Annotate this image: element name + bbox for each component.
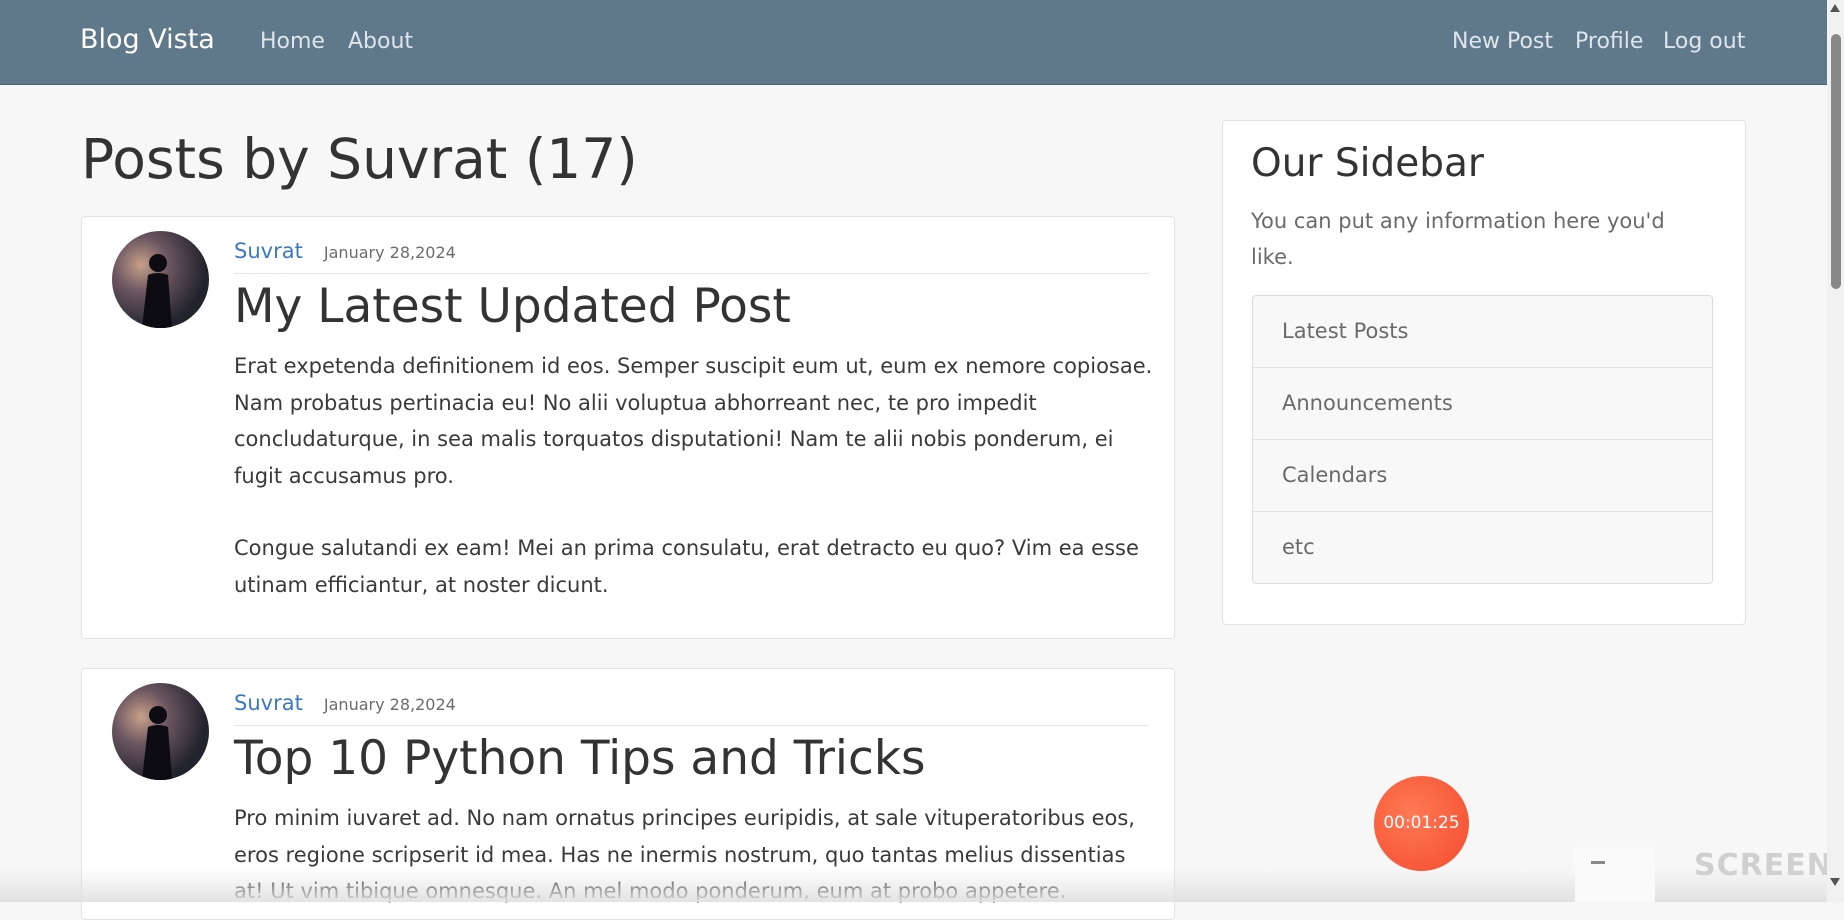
recorder-minimize-button[interactable] (1575, 847, 1655, 902)
post-paragraph: Congue salutandi ex eam! Mei an prima co… (234, 536, 1139, 597)
post-meta: Suvrat January 28,2024 (234, 691, 1149, 726)
sidebar-title: Our Sidebar (1251, 141, 1484, 186)
author-link[interactable]: Suvrat (234, 691, 303, 715)
nav-home-link[interactable]: Home (260, 29, 325, 54)
navbar: Blog Vista Home About New Post Profile L… (0, 0, 1827, 85)
post-date: January 28,2024 (323, 243, 456, 262)
post-content: Erat expetenda definitionem id eos. Semp… (234, 348, 1154, 603)
post-title-link[interactable]: Top 10 Python Tips and Tricks (234, 731, 926, 786)
post-card: Suvrat January 28,2024 My Latest Updated… (81, 216, 1175, 639)
nav-new-post-link[interactable]: New Post (1452, 29, 1553, 54)
sidebar-description: You can put any information here you'd l… (1251, 209, 1665, 269)
page-title: Posts by Suvrat (17) (81, 127, 638, 191)
post-date: January 28,2024 (323, 695, 456, 714)
nav-about-link[interactable]: About (348, 29, 413, 54)
scrollbar-thumb[interactable] (1831, 34, 1841, 289)
sidebar-item-label: Latest Posts (1282, 319, 1409, 343)
post-title-link[interactable]: My Latest Updated Post (234, 279, 791, 334)
recording-timer-button[interactable]: 00:01:25 (1374, 776, 1469, 871)
person-silhouette-icon (142, 706, 172, 780)
sidebar-item-label: Announcements (1282, 391, 1453, 415)
author-avatar[interactable] (112, 231, 209, 328)
person-silhouette-icon (142, 254, 172, 328)
nav-profile-link[interactable]: Profile (1575, 29, 1643, 54)
nav-logout-link[interactable]: Log out (1663, 29, 1745, 54)
sidebar-item-calendars[interactable]: Calendars (1253, 440, 1712, 512)
recorder-watermark: SCREEN (1694, 848, 1833, 883)
scroll-up-arrow-icon[interactable] (1830, 4, 1840, 12)
sidebar-list: Latest Posts Announcements Calendars etc (1252, 295, 1713, 584)
sidebar: Our Sidebar You can put any information … (1222, 120, 1746, 625)
post-meta: Suvrat January 28,2024 (234, 239, 1149, 274)
sidebar-item-announcements[interactable]: Announcements (1253, 368, 1712, 440)
scroll-down-arrow-icon[interactable] (1830, 878, 1840, 886)
author-link[interactable]: Suvrat (234, 239, 303, 263)
sidebar-item-latest-posts[interactable]: Latest Posts (1253, 296, 1712, 368)
post-paragraph: Erat expetenda definitionem id eos. Semp… (234, 354, 1153, 488)
sidebar-item-etc[interactable]: etc (1253, 512, 1712, 583)
sidebar-item-label: Calendars (1282, 463, 1388, 487)
sidebar-item-label: etc (1282, 535, 1315, 559)
brand-logo-link[interactable]: Blog Vista (80, 24, 215, 55)
minimize-icon (1591, 861, 1605, 864)
bottom-fade-overlay (0, 868, 1844, 902)
author-avatar[interactable] (112, 683, 209, 780)
